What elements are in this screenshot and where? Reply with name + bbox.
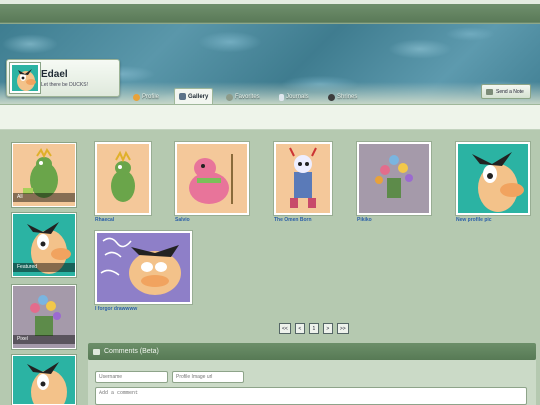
gallery-image	[375, 155, 413, 198]
send-note-label: Send a Note	[496, 88, 524, 95]
gallery-item-i-forgor[interactable]	[95, 231, 192, 304]
gallery-item-new-profile-pic[interactable]	[456, 142, 530, 215]
avatar[interactable]	[10, 63, 40, 93]
gallery-item-rhaecal[interactable]	[95, 142, 151, 215]
prev-page-button[interactable]: <	[294, 323, 305, 334]
gallery-image	[111, 150, 135, 202]
gallery-caption[interactable]: Pikiko	[357, 217, 372, 223]
folder-all[interactable]: All	[12, 143, 76, 207]
gallery-image	[97, 233, 190, 302]
gallery-caption[interactable]: Salvio	[175, 217, 190, 223]
last-page-button[interactable]: >>	[336, 323, 349, 334]
profile-card: Edael Let there be DUCKS!	[6, 59, 120, 97]
gallery-image	[472, 152, 524, 212]
profile-icon	[133, 93, 140, 101]
current-page[interactable]: 1	[308, 323, 319, 334]
note-icon	[486, 88, 493, 95]
tab-gallery[interactable]: Gallery	[174, 88, 214, 104]
gallery-caption[interactable]: New profile pic	[456, 217, 492, 223]
profile-username: Edael	[41, 69, 68, 80]
gallery-image	[289, 147, 317, 208]
comments-header: Comments (Beta)	[88, 343, 536, 360]
next-page-button[interactable]: >	[322, 323, 333, 334]
gallery-image	[189, 154, 233, 204]
folder-label: Pixel	[13, 335, 75, 344]
folder-thumbnail	[27, 362, 67, 405]
gallery-caption[interactable]: Rhaecal	[95, 217, 114, 223]
tab-label: Favorites	[235, 94, 260, 100]
tab-shrines[interactable]: Shrines	[328, 91, 357, 103]
tab-label: Profile	[142, 94, 160, 100]
tab-label: Journals	[286, 94, 309, 100]
shrines-icon	[328, 93, 335, 101]
tab-content-strip	[0, 104, 540, 130]
gallery-item-omen-born[interactable]	[274, 142, 332, 215]
comment-textarea[interactable]	[95, 387, 527, 405]
folder-label: All	[13, 193, 75, 202]
journals-icon	[279, 93, 284, 101]
tab-favorites[interactable]: Favorites	[226, 91, 260, 103]
tab-label: Shrines	[337, 94, 358, 100]
gallery-item-salvio[interactable]	[175, 142, 249, 215]
profile-tagline: Let there be DUCKS!	[41, 82, 88, 88]
tab-label: Gallery	[188, 93, 209, 100]
tab-journals[interactable]: Journals	[279, 91, 309, 103]
send-note-button[interactable]: Send a Note	[481, 84, 531, 99]
tab-profile[interactable]: Profile	[133, 91, 159, 103]
username-input[interactable]	[95, 371, 168, 383]
folder-featured[interactable]: Featured	[12, 213, 76, 277]
folder-label: Featured	[13, 263, 75, 272]
pagination: << < 1 > >>	[279, 323, 349, 334]
gallery-caption[interactable]: The Omen Born	[274, 217, 312, 223]
folder-more[interactable]	[12, 355, 76, 405]
profile-image-url-input[interactable]	[172, 371, 244, 383]
gallery-icon	[179, 93, 186, 100]
comments-title: Comments (Beta)	[104, 348, 159, 355]
top-bar	[0, 0, 540, 24]
first-page-button[interactable]: <<	[279, 323, 291, 334]
gallery-caption[interactable]: I forgor drawwww	[95, 306, 137, 312]
gallery-item-pikiko[interactable]	[357, 142, 431, 215]
folder-pixel[interactable]: Pixel	[12, 285, 76, 349]
favorites-icon	[226, 93, 233, 101]
comment-icon	[93, 348, 100, 355]
